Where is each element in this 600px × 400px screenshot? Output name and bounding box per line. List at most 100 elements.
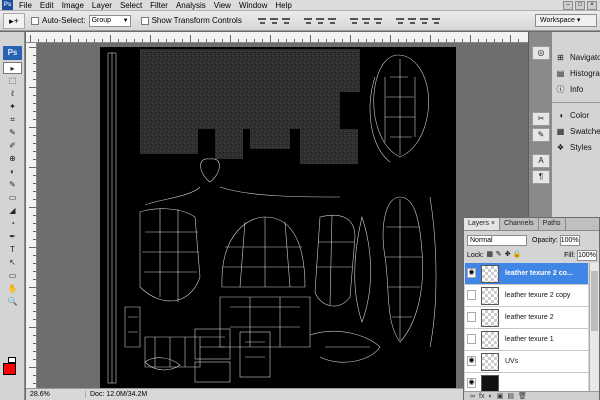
layer-row[interactable]: leather texure 2 [465, 307, 588, 329]
ruler-tick [110, 35, 111, 42]
panel-tab-swatches[interactable]: ▦ Swatches [552, 124, 600, 140]
dock-button-1[interactable]: ◎ [532, 46, 550, 60]
menu-image[interactable]: Image [58, 0, 88, 11]
layer-row[interactable]: ◉ UVs [465, 351, 588, 373]
panel-tab-color[interactable]: ◑ Color [552, 108, 600, 124]
align-left-icon[interactable] [303, 16, 313, 26]
tab-layers[interactable]: Layers × [464, 218, 501, 230]
status-bar: 28.6% Doc: 12.0M/34.2M [26, 388, 528, 400]
panel-tab-navigator[interactable]: ⊞ Navigator [552, 50, 600, 66]
gradient-tool[interactable]: ◢ [3, 205, 22, 217]
type-tool[interactable]: T [3, 244, 22, 256]
visibility-empty-icon[interactable] [467, 290, 476, 300]
distribute-left-icon[interactable] [395, 16, 405, 26]
panel-tab-histogram[interactable]: ▤ Histogram [552, 66, 600, 82]
panel-tab-info[interactable]: ⓘ Info [552, 82, 600, 98]
minimize-button[interactable]: – [563, 0, 573, 10]
layer-style-icon[interactable]: fx [479, 392, 484, 400]
new-layer-icon[interactable]: ▤ [507, 392, 514, 400]
brush-tool[interactable]: ⊕ [3, 153, 22, 165]
visibility-eye-icon[interactable]: ◉ [467, 378, 476, 388]
ruler-tick [190, 35, 191, 42]
lock-all-icon[interactable]: 🔒 [513, 251, 522, 259]
menu-file[interactable]: File [15, 0, 36, 11]
distribute-top-icon[interactable] [349, 16, 359, 26]
opacity-input[interactable]: 100% [559, 234, 580, 246]
show-transform-checkbox[interactable] [140, 16, 149, 25]
dock-button-2[interactable]: ✂ [532, 112, 550, 126]
distribute-right-icon[interactable] [419, 16, 429, 26]
align-center-icon[interactable] [315, 16, 325, 26]
hand-tool[interactable]: ✋ [3, 283, 22, 295]
adjustment-layer-icon[interactable]: ◐ [488, 392, 492, 400]
healing-brush-tool[interactable]: ✐ [3, 140, 22, 152]
document-window[interactable] [38, 43, 528, 388]
magic-wand-tool[interactable]: ✦ [3, 101, 22, 113]
trash-icon[interactable]: 🗑 [518, 392, 527, 400]
align-middle-icon[interactable] [269, 16, 279, 26]
dock-button-4[interactable]: A [532, 154, 550, 168]
align-bottom-icon[interactable] [281, 16, 291, 26]
auto-select-checkbox[interactable] [31, 16, 39, 25]
crop-tool[interactable]: ⌗ [3, 114, 22, 126]
layer-row[interactable]: ◉ leather texure 2 co... [465, 263, 588, 285]
menu-window[interactable]: Window [235, 0, 271, 11]
ruler-tick [33, 191, 36, 192]
dock-button-3[interactable]: ✎ [532, 128, 550, 142]
lock-row: Lock: ▦ ✎ ✥ 🔒 Fill: 100% [467, 249, 597, 261]
auto-align-icon[interactable] [431, 16, 441, 26]
tab-paths[interactable]: Paths [539, 218, 566, 230]
distribute-middle-icon[interactable] [361, 16, 371, 26]
dodge-tool[interactable]: ◔ [3, 218, 22, 230]
align-top-icon[interactable] [257, 16, 267, 26]
move-tool[interactable]: ▸ [3, 62, 22, 74]
marquee-tool[interactable]: ⬚ [3, 75, 22, 87]
visibility-eye-icon[interactable]: ◉ [467, 268, 476, 278]
path-selection-tool[interactable]: ↖ [3, 257, 22, 269]
align-right-icon[interactable] [327, 16, 337, 26]
visibility-eye-icon[interactable]: ◉ [467, 356, 476, 366]
panel-tab-styles[interactable]: ❖ Styles [552, 140, 600, 156]
layer-row[interactable]: ◉ [465, 373, 588, 393]
layers-scrollbar[interactable] [589, 263, 599, 393]
menu-layer[interactable]: Layer [88, 0, 116, 11]
scrollbar-thumb[interactable] [591, 271, 598, 331]
lock-pixels-icon[interactable]: ✎ [495, 251, 503, 259]
menu-analysis[interactable]: Analysis [172, 0, 210, 11]
zoom-tool[interactable]: 🔍 [3, 296, 22, 308]
shape-tool[interactable]: ▭ [3, 270, 22, 282]
foreground-color-swatch[interactable] [3, 363, 16, 375]
history-brush-tool[interactable]: ✎ [3, 179, 22, 191]
menu-select[interactable]: Select [116, 0, 146, 11]
blend-mode-select[interactable]: Normal [467, 234, 527, 246]
auto-select-dropdown[interactable]: Group ▼ [88, 14, 131, 27]
menu-view[interactable]: View [210, 0, 235, 11]
eyedropper-tool[interactable]: ✎ [3, 127, 22, 139]
menu-help[interactable]: Help [271, 0, 295, 11]
eraser-tool[interactable]: ▭ [3, 192, 22, 204]
zoom-level[interactable]: 28.6% [26, 391, 86, 398]
layer-row[interactable]: leather texure 2 copy [465, 285, 588, 307]
lock-position-icon[interactable]: ✥ [504, 251, 512, 259]
tab-channels[interactable]: Channels [500, 218, 539, 230]
lock-transparency-icon[interactable]: ▦ [486, 251, 494, 259]
menu-edit[interactable]: Edit [36, 0, 58, 11]
tool-preset-picker[interactable]: ▸+ [3, 12, 25, 29]
visibility-empty-icon[interactable] [467, 334, 476, 344]
close-button[interactable]: × [587, 0, 597, 10]
dock-button-5[interactable]: ¶ [532, 170, 550, 184]
layer-mask-icon[interactable]: ▣ [497, 392, 504, 400]
visibility-empty-icon[interactable] [467, 312, 476, 322]
clone-stamp-tool[interactable]: ◐ [3, 166, 22, 178]
workspace-button[interactable]: Workspace ▾ [535, 14, 597, 27]
distribute-center-icon[interactable] [407, 16, 417, 26]
fill-input[interactable]: 100% [577, 249, 597, 261]
pen-tool[interactable]: ✒ [3, 231, 22, 243]
layer-row[interactable]: leather texure 1 [465, 329, 588, 351]
distribute-bottom-icon[interactable] [373, 16, 383, 26]
menu-filter[interactable]: Filter [146, 0, 172, 11]
link-layers-icon[interactable]: ∞ [470, 392, 475, 400]
image-canvas[interactable] [100, 47, 456, 388]
lasso-tool[interactable]: ℓ [3, 88, 22, 100]
maximize-button[interactable]: □ [575, 0, 585, 10]
